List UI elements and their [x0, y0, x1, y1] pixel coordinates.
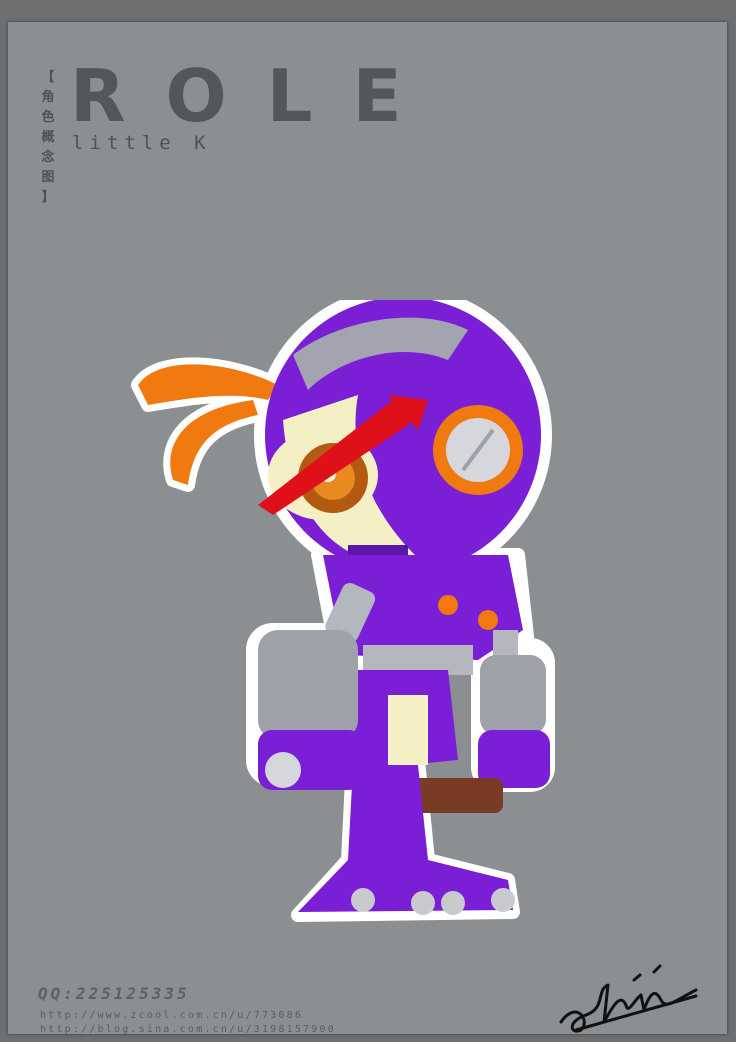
poster-frame: 【 角 色 概 念 图 】 ROLE little K QQ:225125335…: [8, 22, 727, 1035]
antenna-lower: [170, 400, 258, 485]
caption-char: 图: [41, 170, 55, 185]
character-name: little K: [72, 132, 212, 154]
poster-title: ROLE: [70, 54, 442, 138]
left-arm-coil: [258, 630, 358, 740]
caption-char: 念: [41, 150, 55, 165]
caption-bracket-open: 【: [41, 70, 55, 85]
robot-character-illustration: [131, 300, 555, 922]
right-arm-coil: [480, 655, 546, 735]
blog-url: http://blog.sina.com.cn/u/3198157900: [40, 1024, 336, 1035]
caption-char: 概: [41, 130, 55, 145]
artist-signature: [559, 964, 698, 1033]
zcool-url: http://www.zcool.com.cn/u/773086: [40, 1010, 304, 1021]
vertical-caption: 【 角 色 概 念 图 】: [38, 68, 58, 208]
caption-char: 角: [41, 90, 55, 105]
qq-contact: QQ:225125335: [38, 984, 190, 1003]
caption-char: 色: [41, 110, 55, 125]
caption-bracket-close: 】: [41, 190, 55, 205]
